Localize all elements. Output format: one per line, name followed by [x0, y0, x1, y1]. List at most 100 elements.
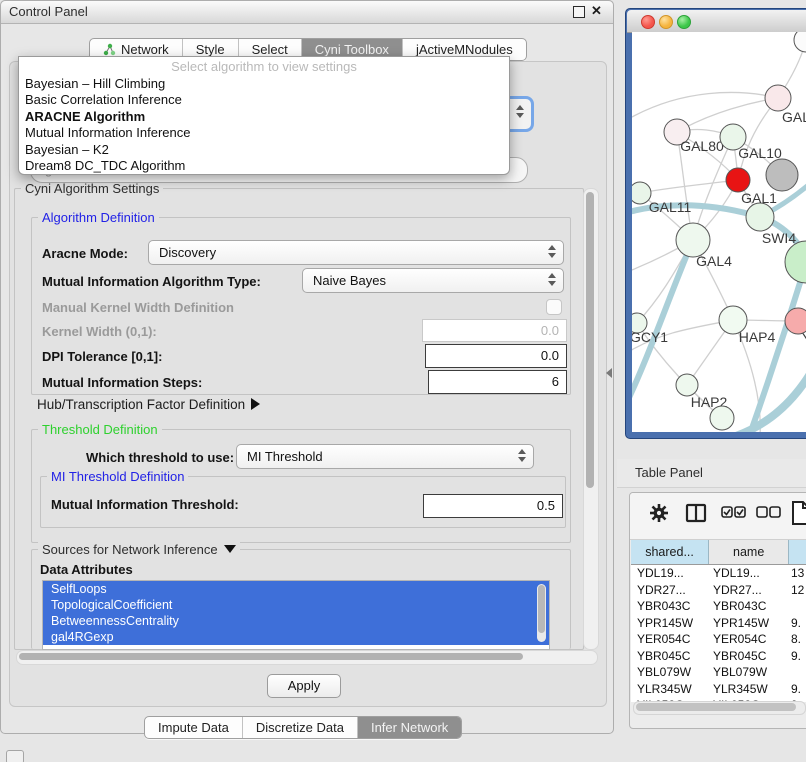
mi-threshold-label: Mutual Information Threshold:: [51, 497, 239, 512]
data-attributes-label: Data Attributes: [40, 562, 133, 577]
network-icon: [103, 43, 116, 56]
new-table-icon[interactable]: [791, 500, 806, 531]
attribute-item-selected[interactable]: TopologicalCoefficient: [43, 597, 549, 613]
deselect-all-icon[interactable]: [756, 506, 782, 524]
algorithm-option[interactable]: Bayesian – Hill Climbing: [23, 76, 505, 92]
column-selector-icon[interactable]: [685, 502, 707, 529]
combo-arrows-icon: [548, 273, 556, 286]
tab-discretize-data[interactable]: Discretize Data: [242, 717, 357, 738]
mi-threshold-group: MI Threshold Definition Mutual Informati…: [40, 476, 566, 528]
mi-threshold-field[interactable]: 0.5: [423, 494, 563, 518]
apply-button[interactable]: Apply: [267, 674, 341, 698]
float-window-icon[interactable]: [573, 6, 585, 18]
table-panel-header[interactable]: Table Panel: [617, 459, 806, 488]
table-row[interactable]: YBR045CYBR045C9.: [631, 648, 806, 665]
network-graph: GAL8GAL80GAL10GAL1GAL11GAL4SWI4GCY1HAP4Y…: [632, 32, 806, 432]
attribute-item-selected[interactable]: BetweennessCentrality: [43, 613, 549, 629]
mi-algorithm-type-label: Mutual Information Algorithm Type:: [42, 274, 261, 289]
table-panel: shared... name YDL19...YDL19...13YDR27..…: [629, 492, 806, 729]
hub-tf-definition-label: Hub/Transcription Factor Definition: [37, 397, 245, 412]
combo-arrows-icon: [518, 449, 526, 462]
attribute-item-selected[interactable]: SelfLoops: [43, 581, 549, 597]
table-horizontal-scrollbar[interactable]: [633, 701, 806, 715]
minimized-panel-chip[interactable]: [6, 750, 24, 762]
settings-gear-icon[interactable]: [649, 503, 669, 528]
network-node[interactable]: [794, 32, 806, 52]
manual-kernel-width-checkbox[interactable]: [546, 299, 562, 315]
settings-vertical-scrollbar[interactable]: [583, 188, 599, 650]
combo-arrows-icon: [548, 245, 556, 258]
node-label: GAL10: [738, 145, 782, 161]
zoom-traffic-light-icon[interactable]: [677, 15, 691, 29]
table-row[interactable]: YPR145WYPR145W9.: [631, 615, 806, 632]
settings-horizontal-scrollbar[interactable]: [16, 650, 598, 665]
network-node-gal8[interactable]: [765, 85, 791, 111]
network-node-swi4[interactable]: [785, 241, 806, 283]
close-icon[interactable]: [591, 3, 602, 19]
aracne-mode-select[interactable]: Discovery: [148, 240, 564, 265]
mi-threshold-value: 0.5: [537, 498, 555, 513]
close-traffic-light-icon[interactable]: [641, 15, 655, 29]
table-cell: YBR045C: [709, 649, 789, 663]
node-label: GCY1: [632, 329, 668, 345]
node-label: HAP4: [739, 329, 776, 345]
table-row[interactable]: YDL19...YDL19...13: [631, 565, 806, 582]
network-canvas[interactable]: GAL8GAL80GAL10GAL1GAL11GAL4SWI4GCY1HAP4Y…: [632, 32, 806, 432]
node-label: SWI4: [762, 230, 796, 246]
table-cell: YLR345W: [631, 682, 709, 696]
attribute-list-scrollbar[interactable]: [537, 584, 546, 642]
mi-algorithm-type-value: Naive Bayes: [313, 273, 386, 288]
table-row[interactable]: YBR043CYBR043C: [631, 598, 806, 615]
algorithm-option[interactable]: Dream8 DC_TDC Algorithm: [23, 158, 505, 174]
algorithm-option[interactable]: Basic Correlation Inference: [23, 92, 505, 108]
which-threshold-select[interactable]: MI Threshold: [236, 444, 534, 469]
hub-tf-definition-toggle[interactable]: Hub/Transcription Factor Definition: [37, 397, 260, 412]
control-panel-titlebar[interactable]: Control Panel: [1, 1, 613, 24]
aracne-mode-label: Aracne Mode:: [42, 246, 128, 261]
network-node[interactable]: [766, 159, 798, 191]
which-threshold-label: Which threshold to use:: [86, 450, 234, 465]
tab-label: Infer Network: [371, 720, 448, 735]
table-cell: 9.: [789, 682, 806, 696]
cyni-bottom-tabbar: Impute Data Discretize Data Infer Networ…: [144, 716, 462, 739]
threshold-definition-group: Threshold Definition Which threshold to …: [31, 429, 571, 543]
algorithm-option[interactable]: Bayesian – K2: [23, 142, 505, 158]
minimize-traffic-light-icon[interactable]: [659, 15, 673, 29]
network-node-gal4[interactable]: [676, 223, 710, 257]
tab-label: Select: [252, 42, 288, 57]
algorithm-option-selected[interactable]: ARACNE Algorithm: [23, 109, 505, 125]
dpi-tolerance-field[interactable]: 0.0: [425, 344, 567, 368]
kernel-width-field[interactable]: 0.0: [422, 319, 567, 342]
data-attributes-list: SelfLoops TopologicalCoefficient Between…: [42, 580, 550, 650]
aracne-mode-value: Discovery: [159, 245, 216, 260]
table-cell: YDL19...: [631, 566, 709, 580]
tab-infer-network[interactable]: Infer Network: [357, 717, 461, 738]
network-node-hap2[interactable]: [676, 374, 698, 396]
column-header-name[interactable]: name: [709, 540, 789, 564]
table-cell: 9.: [789, 616, 806, 630]
sources-group-title[interactable]: Sources for Network Inference: [38, 542, 240, 557]
select-all-icon[interactable]: [721, 506, 747, 524]
dropdown-placeholder: Select algorithm to view settings: [19, 59, 509, 74]
algorithm-option[interactable]: Mutual Information Inference: [23, 125, 505, 141]
table-cell: YPR145W: [709, 616, 789, 630]
column-header-shared-name[interactable]: shared...: [631, 540, 709, 564]
network-node-gal1[interactable]: [746, 203, 774, 231]
table-row[interactable]: YDR27...YDR27...12: [631, 582, 806, 599]
mi-algorithm-type-select[interactable]: Naive Bayes: [302, 268, 564, 293]
table-cell: YPR145W: [631, 616, 709, 630]
table-row[interactable]: YBL079WYBL079W: [631, 664, 806, 681]
network-node[interactable]: [726, 168, 750, 192]
tab-impute-data[interactable]: Impute Data: [145, 717, 242, 738]
table-cell: YDL19...: [709, 566, 789, 580]
algorithm-list: Bayesian – Hill Climbing Basic Correlati…: [23, 76, 505, 174]
table-row[interactable]: YER054CYER054C8.: [631, 631, 806, 648]
table-cell: YER054C: [709, 632, 789, 646]
split-pane-collapse-icon[interactable]: [606, 368, 612, 378]
attribute-item-selected[interactable]: gal4RGexp: [43, 629, 549, 645]
column-header-partial[interactable]: [789, 540, 806, 564]
mi-steps-field[interactable]: 6: [428, 370, 567, 394]
network-window-titlebar[interactable]: [627, 10, 806, 33]
network-node[interactable]: [710, 406, 734, 430]
table-row[interactable]: YLR345WYLR345W9.: [631, 681, 806, 698]
